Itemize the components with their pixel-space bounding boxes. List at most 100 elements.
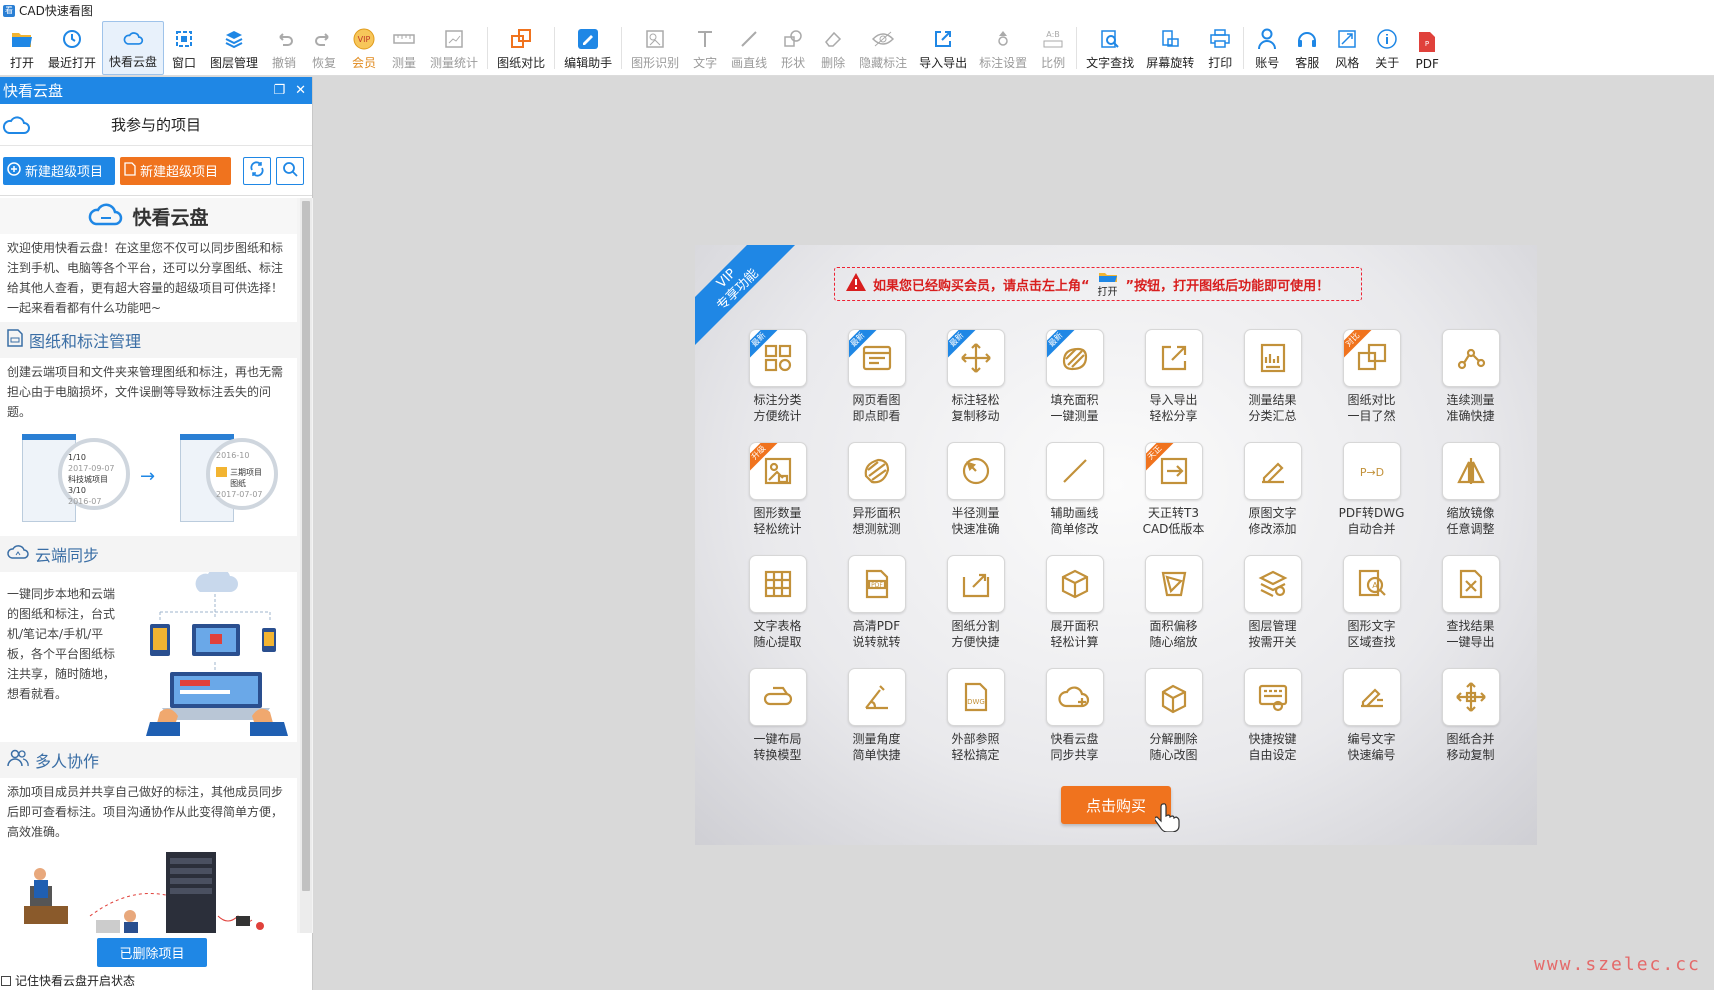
- feature-icon-tile[interactable]: [847, 442, 906, 500]
- compare-button[interactable]: 图纸对比: [491, 21, 551, 75]
- hide-annotation-button[interactable]: 隐藏标注: [853, 21, 913, 75]
- draw-line-button[interactable]: 画直线: [725, 21, 773, 75]
- feature-icon-tile[interactable]: 升级: [748, 442, 807, 500]
- feature-item[interactable]: 一键布局 转换模型: [728, 668, 827, 773]
- feature-item[interactable]: 最新 填充面积 一键测量: [1025, 329, 1124, 434]
- measure-stats-button[interactable]: 测量统计: [424, 21, 484, 75]
- feature-icon-tile[interactable]: 最新: [748, 329, 807, 387]
- feature-item[interactable]: 导入导出 轻松分享: [1124, 329, 1223, 434]
- annotation-settings-button[interactable]: 标注设置: [973, 21, 1033, 75]
- feature-item[interactable]: A 图形文字 区域查找: [1322, 555, 1421, 660]
- open-button[interactable]: 打开: [2, 21, 42, 75]
- about-button[interactable]: 关于: [1367, 21, 1407, 75]
- edit-assistant-button[interactable]: 编辑助手: [558, 21, 618, 75]
- feature-icon-tile[interactable]: P→D: [1342, 442, 1401, 500]
- import-export-button[interactable]: 导入导出: [913, 21, 973, 75]
- delete-button[interactable]: 删除: [813, 21, 853, 75]
- feature-item[interactable]: 对比 图纸对比 一目了然: [1322, 329, 1421, 434]
- feature-item[interactable]: 天正 天正转T3 CAD低版本: [1124, 442, 1223, 547]
- feature-item[interactable]: 查找结果 一键导出: [1421, 555, 1520, 660]
- search-button[interactable]: [276, 156, 304, 185]
- shape-recognize-button[interactable]: 图形识别: [625, 21, 685, 75]
- feature-item[interactable]: 最新 网页看图 即点即看: [827, 329, 926, 434]
- account-button[interactable]: 账号: [1247, 21, 1287, 75]
- feature-item[interactable]: 辅助画线 简单修改: [1025, 442, 1124, 547]
- recent-open-button[interactable]: 最近打开: [42, 21, 102, 75]
- feature-item[interactable]: 升级 图形数量 轻松统计: [728, 442, 827, 547]
- measure-button[interactable]: 测量: [384, 21, 424, 75]
- feature-item[interactable]: 图纸分割 方便快捷: [926, 555, 1025, 660]
- new-super-project-button[interactable]: 新建超级项目: [3, 156, 115, 185]
- feature-icon-tile[interactable]: [1441, 442, 1500, 500]
- rotate-screen-button[interactable]: 屏幕旋转: [1140, 21, 1200, 75]
- feature-icon-tile[interactable]: DWG: [946, 668, 1005, 726]
- feature-item[interactable]: 半径测量 快速准确: [926, 442, 1025, 547]
- feature-item[interactable]: 异形面积 想测就测: [827, 442, 926, 547]
- scrollbar-thumb[interactable]: [302, 201, 310, 891]
- feature-icon-tile[interactable]: [1441, 668, 1500, 726]
- feature-icon-tile[interactable]: [1243, 668, 1302, 726]
- remember-state-checkbox[interactable]: 记住快看云盘开启状态: [1, 972, 135, 989]
- feature-icon-tile[interactable]: [1243, 329, 1302, 387]
- intro-scroll-area[interactable]: 快看云盘 欢迎使用快看云盘！在这里您不仅可以同步图纸和标注到手机、电脑等各个平台…: [0, 198, 313, 933]
- feature-item[interactable]: 展开面积 轻松计算: [1025, 555, 1124, 660]
- text-button[interactable]: 文字: [685, 21, 725, 75]
- feature-item[interactable]: 图层管理 按需开关: [1223, 555, 1322, 660]
- customer-service-button[interactable]: 客服: [1287, 21, 1327, 75]
- feature-icon-tile[interactable]: 对比: [1342, 329, 1401, 387]
- checkbox-box[interactable]: [1, 975, 11, 986]
- feature-icon-tile[interactable]: A: [1342, 555, 1401, 613]
- feature-item[interactable]: 缩放镜像 任意调整: [1421, 442, 1520, 547]
- feature-icon-tile[interactable]: 最新: [1045, 329, 1104, 387]
- vip-button[interactable]: VIP 会员: [344, 21, 384, 75]
- cloud-disk-button[interactable]: 快看云盘: [102, 21, 165, 75]
- feature-item[interactable]: 编号文字 快速编号: [1322, 668, 1421, 773]
- feature-icon-tile[interactable]: [1243, 555, 1302, 613]
- feature-icon-tile[interactable]: 最新: [946, 329, 1005, 387]
- feature-item[interactable]: 测量角度 简单快捷: [827, 668, 926, 773]
- feature-icon-tile[interactable]: [847, 668, 906, 726]
- window-button[interactable]: 窗口: [164, 21, 204, 75]
- feature-icon-tile[interactable]: [748, 555, 807, 613]
- feature-item[interactable]: 测量结果 分类汇总: [1223, 329, 1322, 434]
- shape-button[interactable]: 形状: [773, 21, 813, 75]
- feature-icon-tile[interactable]: [1441, 329, 1500, 387]
- restore-icon[interactable]: ❐: [273, 83, 285, 98]
- feature-item[interactable]: 面积偏移 随心缩放: [1124, 555, 1223, 660]
- feature-icon-tile[interactable]: 天正: [1144, 442, 1203, 500]
- feature-icon-tile[interactable]: [1144, 555, 1203, 613]
- undo-button[interactable]: 撤销: [264, 21, 304, 75]
- vertical-scrollbar[interactable]: [300, 198, 312, 933]
- feature-icon-tile[interactable]: [946, 555, 1005, 613]
- feature-icon-tile[interactable]: [1045, 668, 1104, 726]
- sync-button[interactable]: [243, 156, 271, 185]
- feature-icon-tile[interactable]: [748, 668, 807, 726]
- redo-button[interactable]: 恢复: [304, 21, 344, 75]
- feature-item[interactable]: 快捷按键 自由设定: [1223, 668, 1322, 773]
- feature-item[interactable]: 连续测量 准确快捷: [1421, 329, 1520, 434]
- feature-icon-tile[interactable]: [1342, 668, 1401, 726]
- feature-item[interactable]: 分解删除 随心改图: [1124, 668, 1223, 773]
- new-super-project-orange-button[interactable]: 新建超级项目: [120, 156, 231, 185]
- feature-icon-tile[interactable]: [1441, 555, 1500, 613]
- feature-icon-tile[interactable]: [1045, 555, 1104, 613]
- feature-icon-tile[interactable]: [1045, 442, 1104, 500]
- feature-item[interactable]: 快看云盘 同步共享: [1025, 668, 1124, 773]
- close-icon[interactable]: ✕: [295, 83, 306, 98]
- deleted-projects-button[interactable]: 已删除项目: [97, 938, 207, 967]
- layer-manager-button[interactable]: 图层管理: [204, 21, 264, 75]
- feature-icon-tile[interactable]: [1144, 329, 1203, 387]
- feature-item[interactable]: 原图文字 修改添加: [1223, 442, 1322, 547]
- feature-icon-tile[interactable]: [1243, 442, 1302, 500]
- scale-button[interactable]: A:B 比例: [1033, 21, 1073, 75]
- print-button[interactable]: 打印: [1200, 21, 1240, 75]
- feature-icon-tile[interactable]: PDF: [847, 555, 906, 613]
- text-search-button[interactable]: 文字查找: [1080, 21, 1140, 75]
- feature-icon-tile[interactable]: [1144, 668, 1203, 726]
- feature-icon-tile[interactable]: [946, 442, 1005, 500]
- feature-item[interactable]: DWG 外部参照 轻松搞定: [926, 668, 1025, 773]
- feature-item[interactable]: 最新 标注分类 方便统计: [728, 329, 827, 434]
- feature-item[interactable]: PDF 高清PDF 说转就转: [827, 555, 926, 660]
- feature-icon-tile[interactable]: 最新: [847, 329, 906, 387]
- pdf-button[interactable]: P PDF: [1407, 21, 1447, 75]
